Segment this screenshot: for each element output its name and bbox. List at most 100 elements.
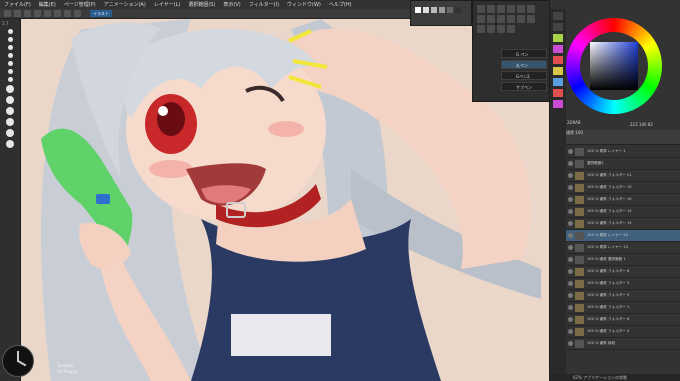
brush-item-round-pen[interactable]: 丸ペン (501, 60, 547, 69)
layer-mark[interactable] (553, 45, 563, 53)
eye-icon[interactable] (568, 257, 573, 262)
redo-icon[interactable] (44, 10, 51, 17)
menu-animation[interactable]: アニメーション(A) (100, 1, 150, 8)
clear-icon[interactable] (54, 10, 61, 17)
select-icon[interactable] (507, 5, 515, 13)
eye-icon[interactable] (568, 341, 573, 346)
move-icon[interactable] (497, 5, 505, 13)
brush-item-sub-pen[interactable]: サブペン (501, 82, 547, 91)
brush-size-7[interactable] (7, 77, 13, 82)
layer-row[interactable]: 100 % 乗算 レイヤー 13 (566, 242, 680, 254)
layer-mark[interactable] (553, 23, 563, 31)
layer-row[interactable]: 100 % 通常 フォルダー 10 (566, 194, 680, 206)
eye-icon[interactable] (568, 269, 573, 274)
layer-mark[interactable] (553, 67, 563, 75)
balloon-icon[interactable] (507, 25, 515, 33)
brush-size-13[interactable] (6, 140, 14, 148)
pencil-icon[interactable] (487, 15, 495, 23)
eye-icon[interactable] (568, 173, 573, 178)
eye-icon[interactable] (568, 185, 573, 190)
undo-icon[interactable] (34, 10, 41, 17)
layer-mark[interactable] (553, 12, 563, 20)
menu-layer[interactable]: レイヤー(L) (150, 1, 185, 8)
layer-mark[interactable] (553, 34, 563, 42)
open-icon[interactable] (14, 10, 21, 17)
save-icon[interactable] (24, 10, 31, 17)
layer-row[interactable]: 100 % 通常 フォルダー 6 (566, 314, 680, 326)
pen-icon[interactable] (477, 15, 485, 23)
airbrush-icon[interactable] (507, 15, 515, 23)
drawing-canvas[interactable]: Tuesday 10 August (21, 19, 549, 381)
swatch-3[interactable] (431, 7, 437, 13)
opacity-value[interactable]: 100 (575, 130, 583, 135)
eye-icon[interactable] (568, 305, 573, 310)
brush-size-6[interactable] (7, 69, 13, 74)
layer-row[interactable]: 100 % 乗算 レイヤー 1 (566, 146, 680, 158)
color-wheel-icon[interactable] (566, 18, 662, 114)
new-file-icon[interactable] (4, 10, 11, 17)
figure-icon[interactable] (487, 25, 495, 33)
menu-window[interactable]: ウィンドウ(W) (283, 1, 325, 8)
layer-mark[interactable] (553, 56, 563, 64)
text-icon[interactable] (497, 25, 505, 33)
brush-size-10[interactable] (6, 107, 14, 115)
swatch-5[interactable] (447, 7, 453, 13)
layer-row[interactable]: 選択範囲1 (566, 158, 680, 170)
eye-icon[interactable] (568, 317, 573, 322)
saturation-value-square[interactable] (590, 42, 638, 90)
brush-size-4[interactable] (7, 53, 13, 58)
swatch-4[interactable] (439, 7, 445, 13)
layer-row[interactable]: 100 % 通常 選択範囲 1 (566, 254, 680, 266)
eye-icon[interactable] (568, 329, 573, 334)
eye-icon[interactable] (568, 233, 573, 238)
layer-mark[interactable] (553, 78, 563, 86)
eyedropper-icon[interactable] (527, 5, 535, 13)
eye-icon[interactable] (568, 293, 573, 298)
brush-size-12[interactable] (6, 129, 14, 137)
snap-icon[interactable] (74, 10, 81, 17)
brush-size-2[interactable] (7, 37, 13, 42)
layer-row[interactable]: 100 % 通常 フォルダー 8 (566, 266, 680, 278)
layer-row[interactable]: 100 % 通常 フォルダー 4 (566, 326, 680, 338)
menu-edit[interactable]: 編集(E) (35, 1, 60, 8)
swatch-6[interactable] (455, 7, 461, 13)
gradient-icon[interactable] (477, 25, 485, 33)
menu-page[interactable]: ページ管理(P) (60, 1, 100, 8)
layer-row[interactable]: 100 % 通常 フォルダー 21 (566, 170, 680, 182)
brush-size-1[interactable] (7, 29, 13, 34)
brush-icon[interactable] (497, 15, 505, 23)
eye-icon[interactable] (568, 209, 573, 214)
lasso-icon[interactable] (517, 5, 525, 13)
layer-row[interactable]: 100 % 乗算 レイヤー 20 (566, 230, 680, 242)
menu-file[interactable]: ファイル(F) (0, 1, 35, 8)
layer-row[interactable]: 100 % 通常 フォルダー 19 (566, 182, 680, 194)
layer-row[interactable]: 100 % 通常 用紙 (566, 338, 680, 350)
eye-icon[interactable] (568, 245, 573, 250)
blend-mode-select[interactable]: 通常 (566, 130, 574, 135)
menu-help[interactable]: ヘルプ(H) (325, 1, 356, 8)
eye-icon[interactable] (568, 149, 573, 154)
fill-icon[interactable] (527, 15, 535, 23)
brush-size-8[interactable] (6, 85, 14, 93)
layer-row[interactable]: 100 % 通常 フォルダー 1 (566, 302, 680, 314)
zoom-icon[interactable] (477, 5, 485, 13)
layer-mark[interactable] (553, 100, 563, 108)
brush-size-9[interactable] (6, 96, 14, 104)
brush-size-11[interactable] (6, 118, 14, 126)
eye-icon[interactable] (568, 221, 573, 226)
swatch-1[interactable] (415, 7, 421, 13)
layer-row[interactable]: 100 % 通常 フォルダー 14 (566, 206, 680, 218)
brush-size-5[interactable] (7, 61, 13, 66)
eraser-icon[interactable] (517, 15, 525, 23)
brush-size-3[interactable] (7, 45, 13, 50)
menu-selection[interactable]: 選択範囲(S) (184, 1, 219, 8)
transform-icon[interactable] (64, 10, 71, 17)
layer-row[interactable]: 100 % 通常 フォルダー 3 (566, 278, 680, 290)
eye-icon[interactable] (568, 161, 573, 166)
canvas-tab[interactable]: イラスト (90, 10, 112, 17)
layer-row[interactable]: 100 % 通常 フォルダー 5 (566, 290, 680, 302)
layer-mark[interactable] (553, 89, 563, 97)
menu-view[interactable]: 表示(V) (219, 1, 244, 8)
menu-filter[interactable]: フィルター(I) (245, 1, 283, 8)
brush-item-g-pen-2[interactable]: Gペン2 (501, 71, 547, 80)
